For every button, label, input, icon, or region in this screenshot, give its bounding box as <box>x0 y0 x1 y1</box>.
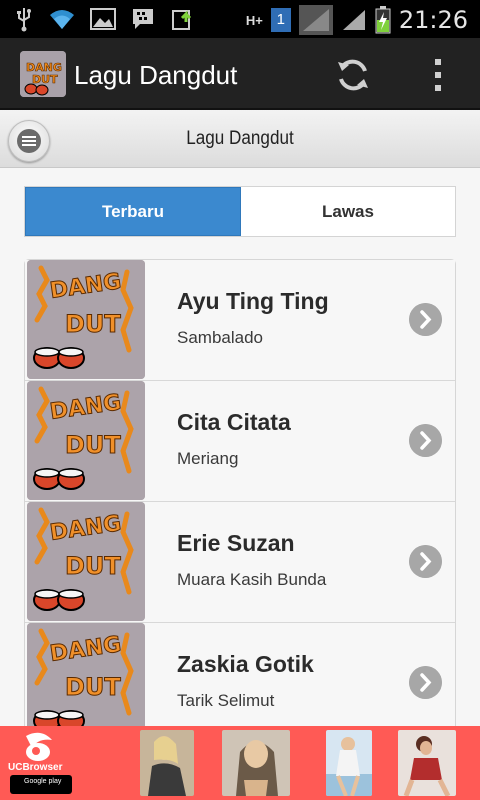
notification-icons <box>14 6 196 32</box>
song-title: Meriang <box>177 449 239 468</box>
dangdut-thumbnail: DANG DUT <box>27 260 145 379</box>
song-list: DANG DUT Ayu Ting Ting Sambalado DANG DU… <box>24 259 456 726</box>
usb-icon <box>17 8 31 32</box>
ad-photo[interactable] <box>326 730 372 796</box>
refresh-icon[interactable] <box>334 56 372 94</box>
main-content: Terbaru Lawas DANG DUT Ayu Ting Ting Sam… <box>0 168 480 726</box>
list-item[interactable]: DANG DUT Cita Citata Meriang <box>25 381 455 502</box>
app-bar: DANG DUT Lagu Dangdut <box>0 38 480 110</box>
svg-text:DUT: DUT <box>65 431 121 459</box>
chevron-right-icon[interactable] <box>409 303 442 336</box>
app-title: Lagu Dangdut <box>74 60 238 90</box>
song-title: Muara Kasih Bunda <box>177 570 327 589</box>
overflow-menu-icon[interactable] <box>431 58 445 92</box>
google-play-badge[interactable]: Google play <box>10 775 72 794</box>
artist-name: Erie Suzan <box>177 530 295 556</box>
page-title: Lagu Dangdut <box>186 128 294 149</box>
upload-icon <box>172 10 192 30</box>
status-bar: H+ 1 21:26 <box>0 0 480 38</box>
bbm-icon <box>133 9 153 29</box>
battery-charging-icon <box>375 6 391 34</box>
sub-header: Lagu Dangdut <box>0 110 480 168</box>
gallery-icon <box>90 8 116 30</box>
tab-bar: Terbaru Lawas <box>24 186 456 237</box>
dangdut-thumbnail: DANG DUT <box>27 381 145 500</box>
ad-brand: UCBrowser <box>8 762 63 773</box>
clock: 21:26 <box>398 6 468 34</box>
svg-text:DUT: DUT <box>65 310 121 338</box>
signal-icon <box>298 5 333 35</box>
list-item[interactable]: DANG DUT Zaskia Gotik Tarik Selimut <box>25 623 455 726</box>
app-logo-icon[interactable]: DANG DUT <box>20 51 66 97</box>
ad-photo[interactable] <box>222 730 290 796</box>
svg-text:DUT: DUT <box>32 73 58 86</box>
system-icons: H+ 1 21:26 <box>246 5 468 35</box>
ad-photo[interactable] <box>140 730 194 796</box>
svg-text:DUT: DUT <box>65 552 121 580</box>
song-title: Sambalado <box>177 328 264 347</box>
sim-badge: 1 <box>270 8 291 32</box>
artist-name: Cita Citata <box>177 409 291 435</box>
signal-icon <box>342 10 365 30</box>
artist-name: Ayu Ting Ting <box>177 288 329 314</box>
network-type: H+ <box>245 12 263 28</box>
chevron-right-icon[interactable] <box>409 424 442 457</box>
chevron-right-icon[interactable] <box>409 666 442 699</box>
wifi-icon <box>50 10 74 29</box>
dangdut-thumbnail: DANG DUT <box>27 623 145 726</box>
ad-photo[interactable] <box>398 730 456 796</box>
list-item[interactable]: DANG DUT Ayu Ting Ting Sambalado <box>25 260 455 381</box>
list-item[interactable]: DANG DUT Erie Suzan Muara Kasih Bunda <box>25 502 455 623</box>
ad-banner[interactable]: UCBrowser Google play <box>0 726 480 800</box>
tab-terbaru[interactable]: Terbaru <box>25 187 241 236</box>
chevron-right-icon[interactable] <box>409 545 442 578</box>
dangdut-thumbnail: DANG DUT <box>27 502 145 621</box>
song-title: Tarik Selimut <box>177 691 275 710</box>
tab-lawas[interactable]: Lawas <box>241 187 455 236</box>
svg-text:DUT: DUT <box>65 673 121 701</box>
artist-name: Zaskia Gotik <box>177 651 314 677</box>
